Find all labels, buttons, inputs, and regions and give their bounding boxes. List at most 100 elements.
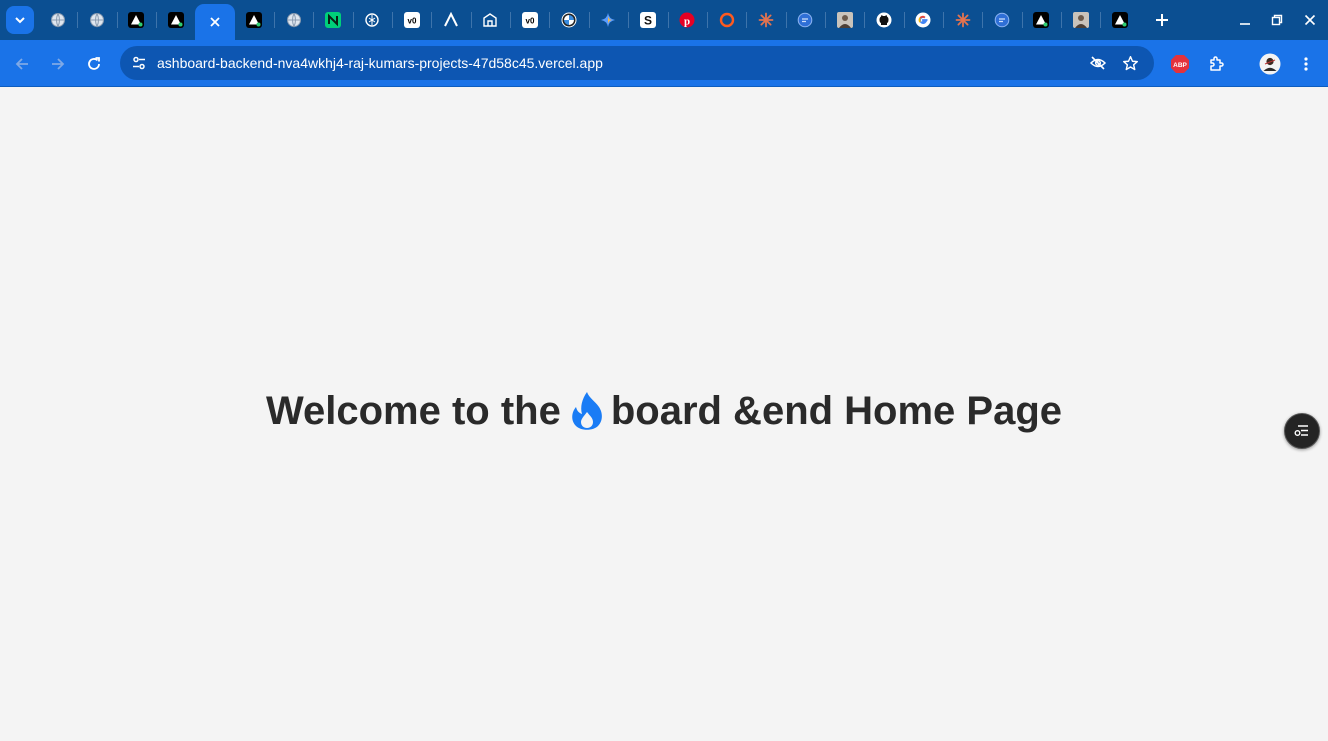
google-icon: [915, 12, 931, 28]
adblock-icon: ABP: [1171, 55, 1189, 73]
minimize-button[interactable]: [1233, 8, 1257, 32]
profile-button[interactable]: [1256, 50, 1284, 78]
tab-active[interactable]: [195, 4, 235, 40]
bmw-logo-icon: [561, 12, 577, 28]
browser-tab[interactable]: [156, 0, 195, 40]
photo-icon: [1072, 12, 1089, 28]
pinterest-icon: p: [679, 12, 695, 28]
close-icon: [1304, 14, 1316, 26]
tune-icon: [133, 56, 145, 70]
puzzle-icon: [1210, 56, 1224, 71]
page-heading: Welcome to the board &end Home Page: [0, 389, 1328, 434]
eye-off-icon: [1089, 56, 1107, 70]
arrow-left-icon: [15, 58, 28, 70]
browser-tab[interactable]: [706, 0, 746, 40]
browser-tab[interactable]: [1100, 0, 1139, 40]
browser-tab[interactable]: [431, 0, 470, 40]
address-url[interactable]: ashboard-backend-nva4wkhj4-raj-kumars-pr…: [157, 55, 603, 71]
globe-icon: [89, 12, 105, 28]
globe-icon: [286, 12, 302, 28]
browser-tab[interactable]: [470, 0, 510, 40]
browser-tab[interactable]: [1060, 0, 1100, 40]
svg-text:ABP: ABP: [1173, 62, 1187, 69]
tab-list: v0 v0 Sp: [38, 0, 1140, 40]
browser-tab[interactable]: p: [667, 0, 707, 40]
browser-tab[interactable]: [864, 0, 903, 40]
tracking-protection-button[interactable]: [1085, 50, 1111, 76]
flame-icon: [572, 392, 602, 430]
adblock-extension-button[interactable]: ABP: [1166, 50, 1194, 78]
v0-logo-icon: v0: [521, 12, 538, 28]
building-icon: [482, 12, 498, 28]
browser-tab[interactable]: [903, 0, 943, 40]
address-bar[interactable]: ashboard-backend-nva4wkhj4-raj-kumars-pr…: [120, 46, 1154, 80]
heading-text-start: Welcome to the: [265, 389, 561, 433]
browser-tab[interactable]: [274, 0, 313, 40]
triangle-logo-icon: [246, 12, 263, 28]
browser-tab[interactable]: v0: [510, 0, 549, 40]
browser-tab[interactable]: [116, 0, 156, 40]
ring-icon: [719, 12, 735, 28]
v0-logo-icon: v0: [403, 12, 420, 28]
tab-strip: v0 v0 Sp: [0, 0, 1328, 40]
browser-menu-button[interactable]: [1292, 50, 1320, 78]
new-tab-button[interactable]: [1150, 8, 1174, 32]
more-vertical-icon: [1304, 57, 1308, 71]
triangle-logo-icon: [167, 12, 184, 28]
claude-icon: [758, 12, 774, 28]
browser-tab[interactable]: v0: [392, 0, 431, 40]
browser-tab[interactable]: [549, 0, 588, 40]
svg-text:v0: v0: [407, 17, 416, 26]
triangle-logo-icon: [1033, 12, 1050, 28]
browser-toolbar: ashboard-backend-nva4wkhj4-raj-kumars-pr…: [0, 40, 1328, 87]
site-info-button[interactable]: [126, 50, 152, 76]
extensions-button[interactable]: [1203, 50, 1231, 78]
chevron-down-icon: [15, 17, 25, 24]
browser-tab[interactable]: [352, 0, 392, 40]
browser-tab[interactable]: S: [628, 0, 667, 40]
svg-text:S: S: [644, 14, 652, 28]
browser-tab[interactable]: [746, 0, 785, 40]
tab-search-button[interactable]: [6, 6, 34, 34]
caret-logo-icon: [443, 12, 459, 28]
reload-button[interactable]: [80, 50, 108, 78]
browser-tab[interactable]: [1021, 0, 1061, 40]
close-window-button[interactable]: [1298, 8, 1322, 32]
reload-icon: [88, 57, 100, 70]
browser-tab[interactable]: [824, 0, 864, 40]
s-logo-icon: S: [639, 12, 656, 28]
svg-text:p: p: [684, 16, 690, 28]
triangle-logo-icon: [128, 12, 145, 28]
star-icon: [1122, 55, 1138, 70]
restore-button[interactable]: [1265, 8, 1289, 32]
heading-text-end: board &end Home Page: [610, 389, 1063, 433]
browser-tab[interactable]: [313, 0, 352, 40]
bookmark-button[interactable]: [1117, 50, 1143, 76]
browser-tab[interactable]: [942, 0, 982, 40]
chat-icon: [797, 12, 813, 28]
forward-button[interactable]: [44, 50, 72, 78]
browser-tab[interactable]: [588, 0, 628, 40]
browser-tab[interactable]: [38, 0, 77, 40]
svg-text:v0: v0: [525, 17, 534, 26]
plus-icon: [1156, 14, 1168, 26]
claude-icon: [955, 12, 971, 28]
back-button[interactable]: [8, 50, 36, 78]
globe-icon: [50, 12, 66, 28]
browser-tab[interactable]: [235, 0, 274, 40]
openai-icon: [364, 12, 380, 28]
triangle-logo-icon: [1111, 12, 1128, 28]
page-content: Welcome to the board &end Home Page: [0, 87, 1328, 741]
minimize-icon: [1240, 23, 1250, 25]
browser-tab[interactable]: [77, 0, 116, 40]
browser-tab[interactable]: [785, 0, 825, 40]
close-icon[interactable]: [207, 14, 223, 30]
browser-tab[interactable]: [982, 0, 1021, 40]
list-settings-icon: [1294, 425, 1308, 436]
restore-icon: [1271, 14, 1283, 26]
photo-icon: [836, 12, 853, 28]
gemini-icon: [600, 12, 616, 28]
chat-icon: [994, 12, 1010, 28]
floating-menu-button[interactable]: [1284, 413, 1320, 449]
n-logo-icon: [325, 12, 342, 28]
